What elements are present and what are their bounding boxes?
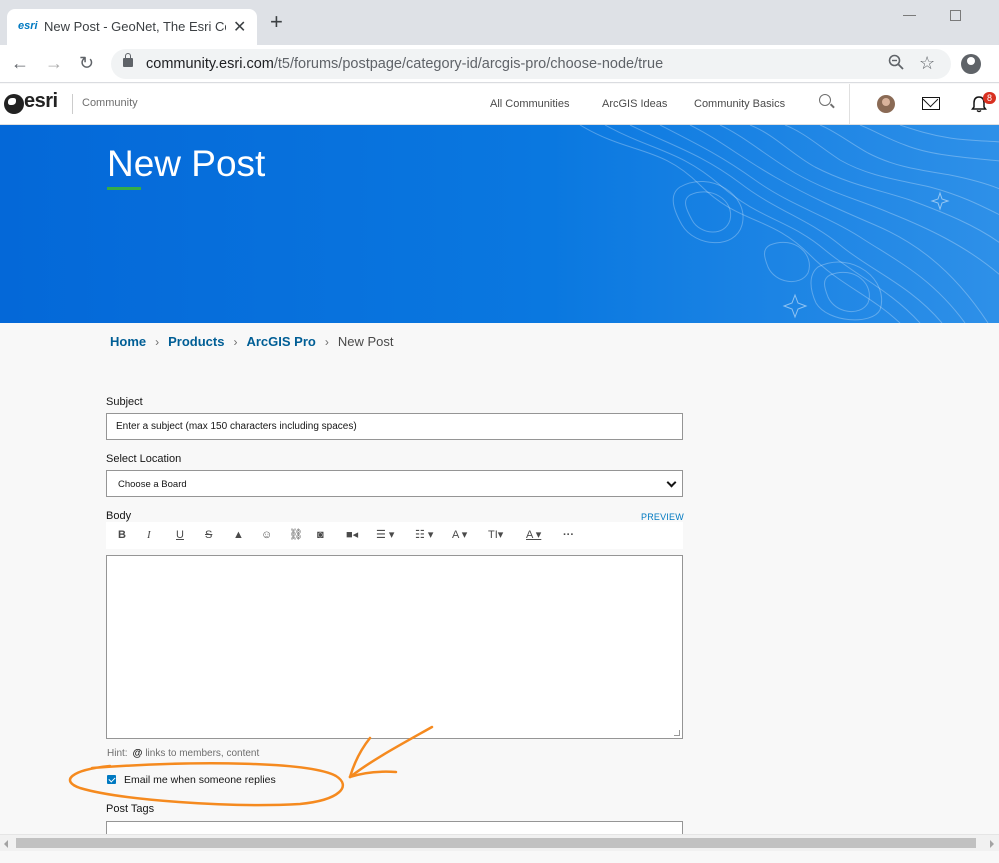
- location-selected-value: Choose a Board: [118, 479, 187, 490]
- bold-icon[interactable]: B: [118, 528, 126, 542]
- more-options-icon[interactable]: ···: [563, 528, 574, 542]
- window-maximize-button[interactable]: [950, 10, 961, 21]
- esri-favicon-icon: esri: [18, 20, 38, 32]
- search-icon[interactable]: [819, 94, 831, 106]
- scrollbar-thumb[interactable]: [16, 838, 976, 848]
- video-icon[interactable]: ■◂: [346, 528, 358, 542]
- reload-icon[interactable]: ↻: [79, 53, 94, 73]
- underline-icon[interactable]: U: [176, 528, 184, 542]
- bookmark-star-icon[interactable]: ☆: [919, 53, 935, 74]
- community-label[interactable]: Community: [82, 97, 138, 109]
- topographic-pattern: [579, 125, 999, 323]
- location-select[interactable]: Choose a Board: [106, 470, 683, 497]
- warning-icon[interactable]: ▲: [233, 528, 244, 542]
- annotation-arrow-head-right: [348, 770, 398, 779]
- camera-icon[interactable]: ◙: [317, 528, 324, 542]
- email-replies-label[interactable]: Email me when someone replies: [124, 774, 276, 786]
- new-tab-button[interactable]: +: [270, 11, 283, 33]
- url-path: /t5/forums/postpage/category-id/arcgis-p…: [273, 56, 664, 72]
- subject-field[interactable]: [106, 413, 683, 440]
- tab-close-icon[interactable]: ✕: [233, 17, 246, 37]
- title-accent-underline: [107, 187, 141, 190]
- strikethrough-icon[interactable]: S: [205, 528, 212, 542]
- forward-arrow-icon[interactable]: →: [45, 53, 63, 73]
- scroll-left-icon[interactable]: [4, 840, 8, 848]
- nav-arcgis-ideas[interactable]: ArcGIS Ideas: [602, 98, 667, 110]
- browser-tab[interactable]: esri New Post - GeoNet, The Esri Communi…: [7, 9, 257, 45]
- font-family-icon[interactable]: A ▾: [452, 528, 467, 542]
- link-icon[interactable]: ⛓: [289, 528, 303, 542]
- browser-profile-icon[interactable]: [961, 54, 981, 74]
- italic-icon[interactable]: I: [147, 528, 151, 542]
- back-arrow-icon[interactable]: ←: [11, 53, 29, 73]
- header-divider: [849, 84, 850, 125]
- subject-input[interactable]: [107, 414, 682, 439]
- nav-community-basics[interactable]: Community Basics: [694, 98, 785, 110]
- subject-label: Subject: [106, 396, 143, 408]
- notification-badge: 8: [983, 92, 996, 104]
- resize-grip-icon[interactable]: [674, 730, 680, 736]
- body-editor[interactable]: [106, 555, 683, 739]
- mail-icon[interactable]: [922, 97, 940, 110]
- numbered-list-icon[interactable]: ☰ ▾: [376, 528, 394, 542]
- page-bottom-strip: [0, 851, 999, 863]
- post-tags-label: Post Tags: [106, 803, 155, 815]
- hint-text: links to members, content: [145, 748, 260, 759]
- breadcrumb-separator: ›: [155, 335, 160, 349]
- page-banner: New Post: [0, 125, 999, 323]
- logo-divider: [72, 94, 73, 114]
- breadcrumb-home[interactable]: Home: [110, 334, 146, 349]
- breadcrumb: Home › Products › ArcGIS Pro › New Post: [110, 334, 393, 349]
- breadcrumb-arcgis-pro[interactable]: ArcGIS Pro: [246, 334, 315, 349]
- body-label: Body: [106, 510, 132, 522]
- editor-toolbar: B I U S ▲ ☺ ⛓ ◙ ■◂ ☰ ▾ ☷ ▾ A ▾ TI▾ A ▾ ·…: [106, 522, 683, 549]
- email-replies-checkbox[interactable]: [107, 775, 116, 784]
- tab-title: New Post - GeoNet, The Esri Community: [44, 19, 226, 34]
- editor-hint: Hint: @ links to members, content: [107, 748, 259, 759]
- esri-logo[interactable]: esri: [24, 90, 58, 113]
- nav-all-communities[interactable]: All Communities: [490, 98, 569, 110]
- breadcrumb-separator: ›: [324, 335, 329, 349]
- hint-prefix: Hint:: [107, 748, 128, 759]
- chevron-down-icon: [666, 477, 677, 488]
- browser-tab-strip: esri New Post - GeoNet, The Esri Communi…: [0, 0, 999, 45]
- address-url[interactable]: community.esri.com/t5/forums/postpage/ca…: [146, 56, 663, 72]
- site-header: esri Community All Communities ArcGIS Id…: [0, 84, 999, 125]
- at-mention-icon: @: [132, 748, 143, 759]
- bulleted-list-icon[interactable]: ☷ ▾: [415, 528, 433, 542]
- esri-globe-logo-icon[interactable]: [4, 94, 24, 114]
- horizontal-scrollbar[interactable]: [0, 834, 999, 851]
- breadcrumb-products[interactable]: Products: [168, 334, 224, 349]
- zoom-icon[interactable]: [888, 54, 904, 70]
- location-label: Select Location: [106, 453, 182, 465]
- emoji-icon[interactable]: ☺: [261, 528, 272, 542]
- font-size-icon[interactable]: TI▾: [488, 528, 503, 542]
- address-bar[interactable]: community.esri.com/t5/forums/postpage/ca…: [111, 49, 951, 79]
- window-minimize-button[interactable]: [903, 15, 916, 16]
- font-color-icon[interactable]: A ▾: [526, 528, 541, 542]
- annotation-arrow-head-left: [348, 736, 372, 779]
- breadcrumb-current: New Post: [337, 334, 394, 349]
- preview-link[interactable]: PREVIEW: [641, 512, 684, 522]
- browser-toolbar: ← → ↻ community.esri.com/t5/forums/postp…: [0, 45, 999, 83]
- user-avatar[interactable]: [877, 95, 895, 113]
- scroll-right-icon[interactable]: [990, 840, 994, 848]
- lock-icon[interactable]: [123, 53, 133, 67]
- breadcrumb-separator: ›: [233, 335, 238, 349]
- page-title: New Post: [107, 143, 266, 184]
- url-host: community.esri.com: [146, 56, 274, 72]
